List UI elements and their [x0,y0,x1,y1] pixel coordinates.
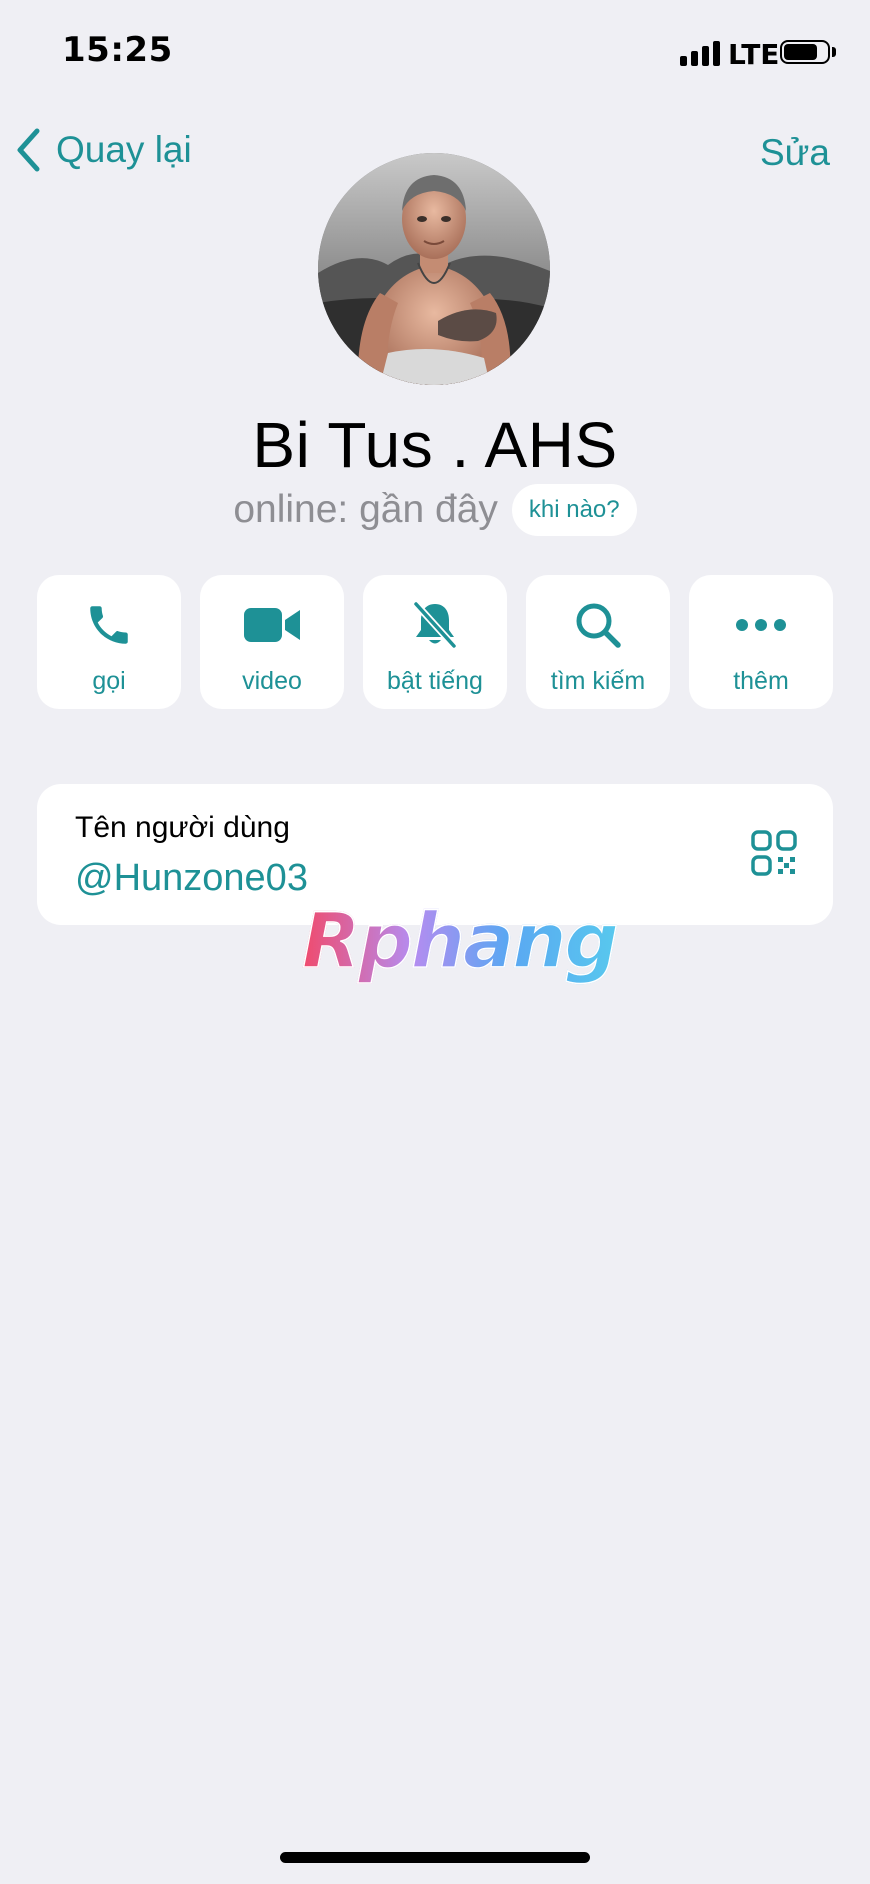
video-button[interactable]: video [200,575,344,709]
back-label: Quay lại [56,129,192,170]
home-indicator[interactable] [280,1852,590,1863]
phone-icon [90,606,128,644]
search-icon [576,603,621,648]
battery-cap [832,47,836,57]
action-buttons: gọi video bật tiếng tìm kiếm thêm [37,575,833,709]
username-label: Tên người dùng [75,811,290,844]
call-button[interactable]: gọi [37,575,181,709]
battery-icon [780,40,830,64]
unmute-label: bật tiếng [387,667,483,695]
profile-name: Bi Tus . AHS [252,409,618,481]
last-seen-status: online: gần đây [233,488,498,531]
bell-slash-icon [412,600,458,650]
cellular-signal-icon [680,40,720,66]
when-button[interactable]: khi nào? [511,484,637,536]
more-label: thêm [733,667,789,695]
qr-code-button[interactable] [751,830,797,881]
video-camera-icon [244,608,300,642]
more-dots-icon [736,619,786,631]
search-label: tìm kiếm [550,667,646,695]
avatar[interactable] [318,153,550,385]
more-button[interactable]: thêm [689,575,833,709]
call-label: gọi [92,667,126,695]
watermark: Rphang [301,895,619,986]
battery-level [784,44,817,60]
status-time: 15:25 [62,30,173,70]
status-line: online: gần đây khi nào? [0,484,870,536]
chevron-left-icon [17,128,40,172]
qr-code-icon [751,830,797,876]
unmute-button[interactable]: bật tiếng [363,575,507,709]
back-button[interactable]: Quay lại [16,128,192,172]
video-label: video [242,667,302,695]
edit-button[interactable]: Sửa [760,132,830,174]
avatar-image [318,153,550,385]
search-button[interactable]: tìm kiếm [526,575,670,709]
network-type: LTE [728,38,780,71]
username-value[interactable]: @Hunzone03 [75,857,308,900]
